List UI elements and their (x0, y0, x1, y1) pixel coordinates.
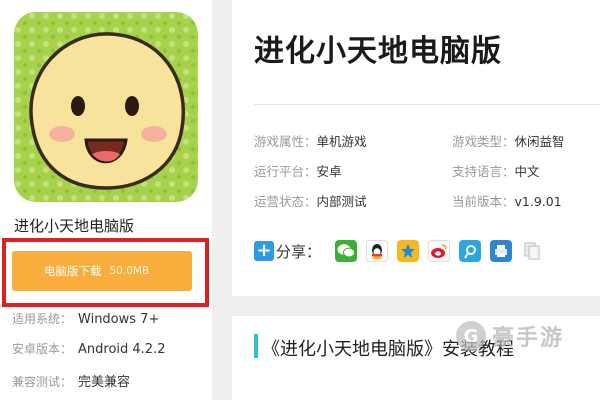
watermark: G 豪手游 (456, 320, 564, 352)
spec-key: 兼容测试： (12, 375, 73, 389)
attr-status: 运营状态：内部测试 (254, 191, 367, 210)
spec-row-system: 适用系统： Windows 7+ (12, 310, 159, 327)
title-divider (254, 104, 600, 105)
spec-value: Windows 7+ (78, 312, 160, 327)
attr-game-type: 游戏类型：休闲益智 (452, 131, 565, 150)
copy-icon[interactable] (521, 240, 543, 262)
watermark-text: 豪手游 (492, 326, 565, 351)
tencent-weibo-icon[interactable] (459, 240, 482, 262)
attr-value: 单机游戏 (316, 134, 367, 149)
download-label: 电脑版下载 (44, 264, 102, 278)
attr-value: v1.9.01 (514, 194, 562, 209)
plus-icon[interactable]: + (254, 241, 274, 261)
attr-version: 当前版本：v1.9.01 (452, 191, 562, 210)
qzone-icon[interactable] (397, 240, 420, 262)
spec-key: 安卓版本： (12, 342, 73, 356)
attr-platform: 运行平台：安卓 (254, 161, 342, 180)
attr-key: 当前版本： (452, 194, 515, 209)
share-bar: + 分享： (254, 238, 552, 264)
share-label: 分享： (276, 242, 322, 261)
spec-value: Android 4.2.2 (78, 342, 166, 357)
game-detail-card: 进化小天地电脑版 游戏属性：单机游戏 游戏类型：休闲益智 运行平台：安卓 支持语… (232, 0, 600, 296)
attr-key: 游戏类型： (452, 134, 515, 149)
section-accent-bar (254, 334, 258, 358)
spec-row-compat: 兼容测试： 完美兼容 (12, 371, 130, 390)
app-name: 进化小天地电脑版 (14, 217, 135, 235)
weibo-icon[interactable] (428, 240, 451, 262)
watermark-logo-icon: G (456, 321, 486, 351)
attr-key: 运行平台： (254, 164, 317, 179)
qq-icon[interactable] (366, 240, 389, 262)
attr-value: 安卓 (316, 164, 342, 179)
attr-key: 支持语言： (452, 164, 515, 179)
download-size: 50.0MB (109, 265, 150, 277)
attr-key: 游戏属性： (254, 134, 317, 149)
attr-value: 中文 (514, 164, 540, 179)
page-title: 进化小天地电脑版 (254, 34, 502, 69)
attr-value: 内部测试 (316, 194, 367, 209)
attr-key: 运营状态： (254, 194, 317, 209)
download-button[interactable]: 电脑版下载 50.0MB (12, 251, 192, 291)
wechat-icon[interactable] (335, 240, 358, 262)
attr-value: 休闲益智 (514, 134, 565, 149)
attr-language: 支持语言：中文 (452, 161, 540, 180)
spec-row-android: 安卓版本： Android 4.2.2 (12, 340, 166, 357)
app-sidebar-card: 进化小天地电脑版 电脑版下载 50.0MB 适用系统： Windows 7+ 安卓… (0, 0, 212, 400)
smiling-blob-icon[interactable] (14, 12, 198, 202)
spec-value: 完美兼容 (78, 375, 131, 390)
spec-key: 适用系统： (12, 312, 73, 326)
attr-game-property: 游戏属性：单机游戏 (254, 131, 367, 150)
print-icon[interactable] (490, 240, 513, 262)
